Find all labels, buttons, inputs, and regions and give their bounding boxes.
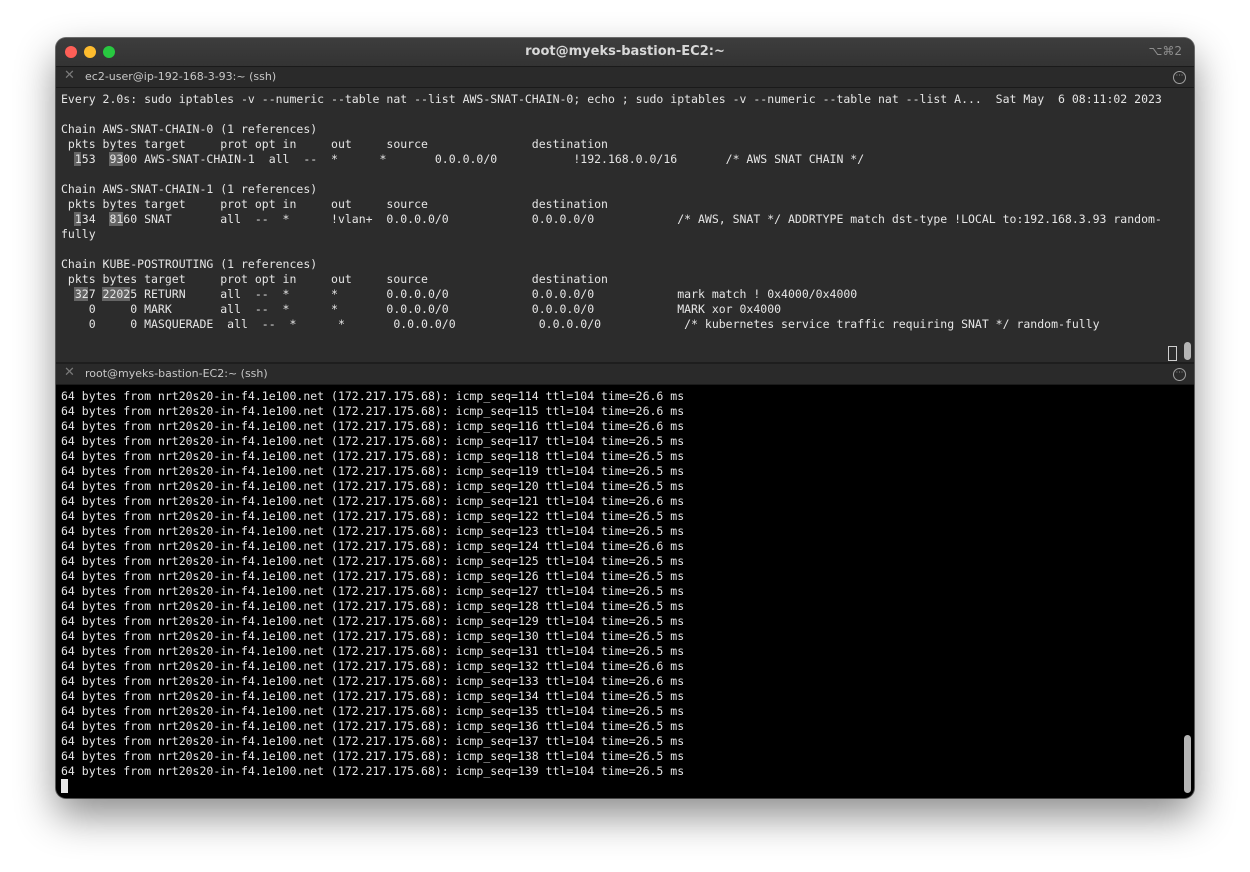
terminal-line: 64 bytes from nrt20s20-in-f4.1e100.net (… bbox=[61, 689, 685, 703]
terminal-line: 64 bytes from nrt20s20-in-f4.1e100.net (… bbox=[61, 599, 685, 613]
pane1-cursor bbox=[1168, 346, 1177, 361]
terminal-line: 153 9300 AWS-SNAT-CHAIN-1 all -- * * 0.0… bbox=[61, 152, 865, 166]
terminal-line: 64 bytes from nrt20s20-in-f4.1e100.net (… bbox=[61, 734, 685, 748]
pane2-output: 64 bytes from nrt20s20-in-f4.1e100.net (… bbox=[61, 389, 684, 779]
terminal-line: 327 22025 RETURN all -- * * 0.0.0.0/0 0.… bbox=[61, 287, 858, 301]
pane1-output: Every 2.0s: sudo iptables -v --numeric -… bbox=[61, 92, 1162, 332]
terminal-line: pkts bytes target prot opt in out source… bbox=[61, 197, 608, 211]
terminal-line: 64 bytes from nrt20s20-in-f4.1e100.net (… bbox=[61, 764, 685, 778]
pane1-close-icon[interactable]: ✕ bbox=[64, 68, 75, 83]
terminal-line: fully bbox=[61, 227, 96, 241]
terminal-line: 64 bytes from nrt20s20-in-f4.1e100.net (… bbox=[61, 449, 685, 463]
pane1-scrollbar[interactable] bbox=[1184, 342, 1191, 360]
terminal-line: 64 bytes from nrt20s20-in-f4.1e100.net (… bbox=[61, 509, 685, 523]
pane2-cursor bbox=[61, 779, 68, 793]
pane1-header: ✕ ec2-user@ip-192-168-3-93:~ (ssh) ··· bbox=[56, 67, 1194, 88]
terminal-line: 64 bytes from nrt20s20-in-f4.1e100.net (… bbox=[61, 389, 685, 403]
terminal-line: 64 bytes from nrt20s20-in-f4.1e100.net (… bbox=[61, 719, 685, 733]
pane2-header: ✕ root@myeks-bastion-EC2:~ (ssh) ··· bbox=[56, 364, 1194, 385]
terminal-line: 64 bytes from nrt20s20-in-f4.1e100.net (… bbox=[61, 539, 685, 553]
terminal-line: 64 bytes from nrt20s20-in-f4.1e100.net (… bbox=[61, 419, 685, 433]
terminal-line: 64 bytes from nrt20s20-in-f4.1e100.net (… bbox=[61, 494, 685, 508]
terminal-line: pkts bytes target prot opt in out source… bbox=[61, 137, 608, 151]
terminal-line: 0 0 MASQUERADE all -- * * 0.0.0.0/0 0.0.… bbox=[61, 317, 1100, 331]
terminal-line: 64 bytes from nrt20s20-in-f4.1e100.net (… bbox=[61, 404, 685, 418]
terminal-line: 64 bytes from nrt20s20-in-f4.1e100.net (… bbox=[61, 749, 685, 763]
terminal-line: 64 bytes from nrt20s20-in-f4.1e100.net (… bbox=[61, 524, 685, 538]
pane1-terminal[interactable]: Every 2.0s: sudo iptables -v --numeric -… bbox=[56, 88, 1194, 362]
window-shortcut-label: ⌥⌘2 bbox=[1148, 44, 1182, 58]
terminal-line: 0 0 MARK all -- * * 0.0.0.0/0 0.0.0.0/0 … bbox=[61, 302, 782, 316]
pane2-tab-title: root@myeks-bastion-EC2:~ (ssh) bbox=[85, 367, 268, 380]
terminal-line: 64 bytes from nrt20s20-in-f4.1e100.net (… bbox=[61, 569, 685, 583]
terminal-line: 64 bytes from nrt20s20-in-f4.1e100.net (… bbox=[61, 554, 685, 568]
terminal-line: 64 bytes from nrt20s20-in-f4.1e100.net (… bbox=[61, 479, 685, 493]
terminal-line: 64 bytes from nrt20s20-in-f4.1e100.net (… bbox=[61, 614, 685, 628]
pane1-tab-title: ec2-user@ip-192-168-3-93:~ (ssh) bbox=[85, 70, 277, 83]
terminal-line: pkts bytes target prot opt in out source… bbox=[61, 272, 608, 286]
pane1-menu-icon[interactable]: ··· bbox=[1173, 71, 1186, 84]
terminal-line: Chain AWS-SNAT-CHAIN-1 (1 references) bbox=[61, 182, 318, 196]
title-bar: root@myeks-bastion-EC2:~ ⌥⌘2 bbox=[56, 38, 1194, 67]
pane2-close-icon[interactable]: ✕ bbox=[64, 365, 75, 380]
pane2-menu-icon[interactable]: ··· bbox=[1173, 368, 1186, 381]
terminal-line: Chain KUBE-POSTROUTING (1 references) bbox=[61, 257, 318, 271]
terminal-line: 64 bytes from nrt20s20-in-f4.1e100.net (… bbox=[61, 629, 685, 643]
terminal-line: 64 bytes from nrt20s20-in-f4.1e100.net (… bbox=[61, 584, 685, 598]
terminal-line: 64 bytes from nrt20s20-in-f4.1e100.net (… bbox=[61, 659, 685, 673]
terminal-line: Every 2.0s: sudo iptables -v --numeric -… bbox=[61, 92, 1162, 106]
terminal-window: root@myeks-bastion-EC2:~ ⌥⌘2 ✕ ec2-user@… bbox=[56, 38, 1194, 798]
terminal-line: 64 bytes from nrt20s20-in-f4.1e100.net (… bbox=[61, 704, 685, 718]
terminal-line: 64 bytes from nrt20s20-in-f4.1e100.net (… bbox=[61, 674, 685, 688]
terminal-line: 64 bytes from nrt20s20-in-f4.1e100.net (… bbox=[61, 644, 685, 658]
terminal-line: Chain AWS-SNAT-CHAIN-0 (1 references) bbox=[61, 122, 318, 136]
window-title: root@myeks-bastion-EC2:~ bbox=[525, 44, 725, 59]
terminal-line: 64 bytes from nrt20s20-in-f4.1e100.net (… bbox=[61, 464, 685, 478]
terminal-line: 64 bytes from nrt20s20-in-f4.1e100.net (… bbox=[61, 434, 685, 448]
pane2-terminal[interactable]: 64 bytes from nrt20s20-in-f4.1e100.net (… bbox=[56, 385, 1194, 798]
pane2-scrollbar[interactable] bbox=[1184, 735, 1191, 793]
terminal-line: 134 8160 SNAT all -- * !vlan+ 0.0.0.0/0 … bbox=[61, 212, 1162, 226]
